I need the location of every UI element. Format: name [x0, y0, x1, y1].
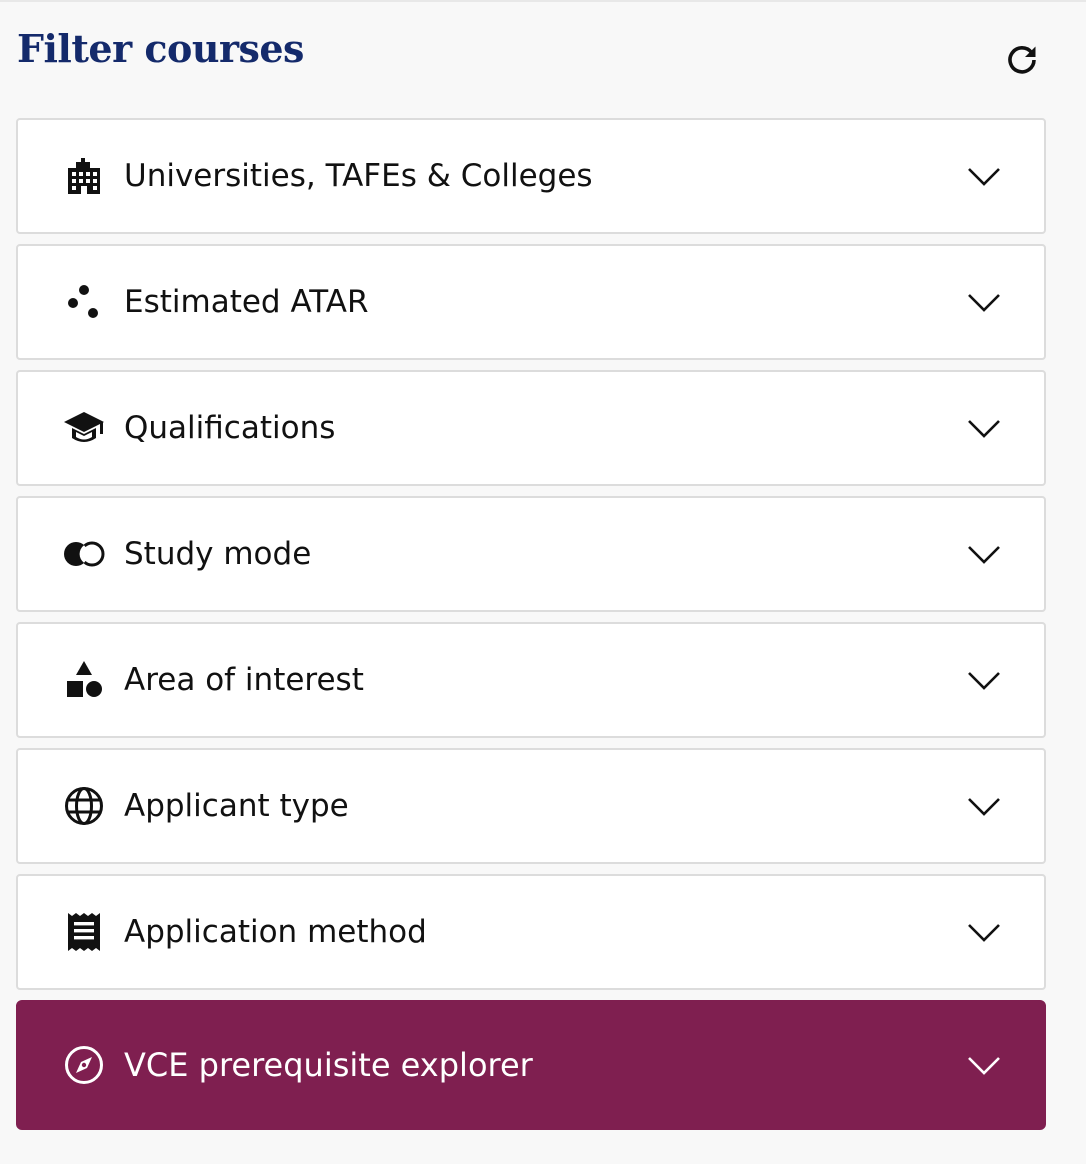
reset-filters-button[interactable]: [1000, 38, 1044, 82]
filter-label: Applicant type: [124, 788, 349, 824]
compass-icon: [62, 1043, 106, 1087]
chevron-down-icon: [968, 294, 1000, 312]
filter-label: Universities, TAFEs & Colleges: [124, 158, 593, 194]
chevron-down-icon: [968, 168, 1000, 186]
filter-header: Filter courses: [0, 0, 1086, 118]
filter-area-of-interest[interactable]: Area of interest: [16, 622, 1046, 738]
chevron-down-icon: [968, 1057, 1000, 1075]
refresh-icon: [1008, 46, 1036, 74]
chevron-down-icon: [968, 672, 1000, 690]
filter-estimated-atar[interactable]: Estimated ATAR: [16, 244, 1046, 360]
filter-study-mode[interactable]: Study mode: [16, 496, 1046, 612]
overlapping-circles-icon: [62, 532, 106, 576]
filter-label: Area of interest: [124, 662, 364, 698]
filter-label: Application method: [124, 914, 427, 950]
chevron-down-icon: [968, 546, 1000, 564]
filter-qualifications[interactable]: Qualifications: [16, 370, 1046, 486]
filter-universities[interactable]: Universities, TAFEs & Colleges: [16, 118, 1046, 234]
filter-label: Estimated ATAR: [124, 284, 369, 320]
filter-application-method[interactable]: Application method: [16, 874, 1046, 990]
filter-applicant-type[interactable]: Applicant type: [16, 748, 1046, 864]
filter-label: Qualifications: [124, 410, 336, 446]
globe-icon: [62, 784, 106, 828]
dots-icon: [62, 280, 106, 324]
page-title: Filter courses: [17, 26, 304, 71]
filter-vce-prerequisite-explorer[interactable]: VCE prerequisite explorer: [16, 1000, 1046, 1130]
receipt-icon: [62, 910, 106, 954]
building-icon: [62, 154, 106, 198]
filter-label: VCE prerequisite explorer: [124, 1046, 533, 1084]
chevron-down-icon: [968, 798, 1000, 816]
chevron-down-icon: [968, 420, 1000, 438]
filter-label: Study mode: [124, 536, 312, 572]
shapes-icon: [62, 658, 106, 702]
chevron-down-icon: [968, 924, 1000, 942]
graduation-cap-icon: [62, 406, 106, 450]
